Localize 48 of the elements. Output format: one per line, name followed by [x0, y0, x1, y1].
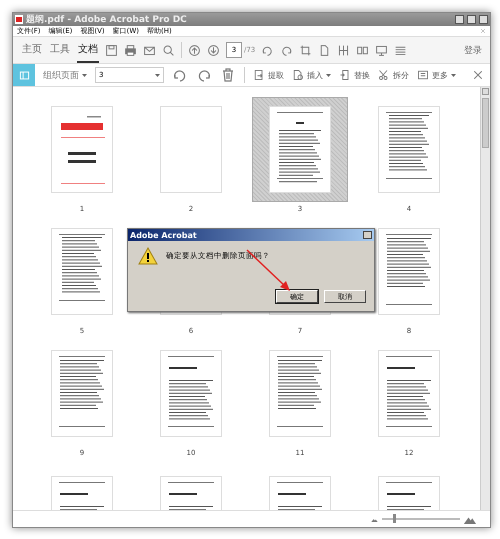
tab[interactable]: 工具 — [49, 37, 71, 63]
sidebar-toggle[interactable] — [13, 64, 35, 86]
down-icon[interactable] — [207, 44, 220, 56]
scissors-icon[interactable] — [378, 69, 390, 81]
close-icon[interactable] — [472, 69, 484, 81]
maximize-button[interactable] — [467, 15, 476, 24]
close-icon[interactable] — [480, 28, 486, 34]
toolbar-action[interactable]: 拆分 — [378, 69, 409, 81]
monitor-icon[interactable] — [375, 44, 388, 56]
page-thumbnail[interactable] — [378, 106, 440, 193]
annotation-arrow — [246, 249, 292, 293]
page-thumbnail[interactable] — [51, 106, 113, 193]
page-thumbnail[interactable] — [378, 228, 440, 315]
replace-icon[interactable] — [339, 69, 351, 81]
dialog-close-button[interactable] — [363, 231, 372, 239]
pdf-icon — [15, 15, 23, 24]
page-thumbnail[interactable] — [51, 228, 113, 315]
print-icon[interactable] — [124, 44, 137, 56]
toolbar-action[interactable]: 提取 — [253, 69, 284, 81]
window-title: 题纲.pdf - Adobe Acrobat Pro DC — [26, 14, 187, 26]
page-thumbnail[interactable] — [51, 350, 113, 437]
login-link[interactable]: 登录 — [464, 44, 482, 56]
toolbar-action[interactable]: 替换 — [339, 69, 370, 81]
columns-icon[interactable] — [337, 44, 350, 56]
tab[interactable]: 主页 — [21, 37, 43, 63]
crop-icon[interactable] — [299, 44, 312, 56]
extract-icon[interactable] — [253, 69, 265, 81]
sidebar-icon — [18, 70, 30, 80]
warning-icon — [138, 247, 158, 265]
page-thumbnail[interactable] — [378, 350, 440, 437]
page-thumbnail[interactable] — [160, 350, 222, 437]
vertical-scrollbar[interactable] — [480, 87, 490, 510]
organize-pages-dropdown[interactable]: 组织页面 — [43, 68, 87, 82]
dialog-title: Adobe Acrobat — [130, 230, 197, 240]
minimize-button[interactable] — [455, 15, 464, 24]
toolbar-action[interactable]: 更多 — [417, 69, 456, 81]
list-icon[interactable] — [417, 69, 429, 81]
save-icon[interactable] — [105, 44, 118, 56]
page-thumbnail[interactable] — [269, 350, 331, 437]
up-icon[interactable] — [188, 44, 201, 56]
page-thumbnail[interactable] — [269, 106, 331, 193]
caret-icon — [155, 74, 160, 76]
toolbar-action[interactable]: 插入 — [292, 69, 331, 81]
search-icon[interactable] — [162, 44, 175, 56]
page-thumbnail[interactable] — [160, 106, 222, 193]
caret-icon — [82, 74, 87, 76]
close-button[interactable] — [479, 15, 488, 24]
insert-icon[interactable] — [292, 69, 304, 81]
